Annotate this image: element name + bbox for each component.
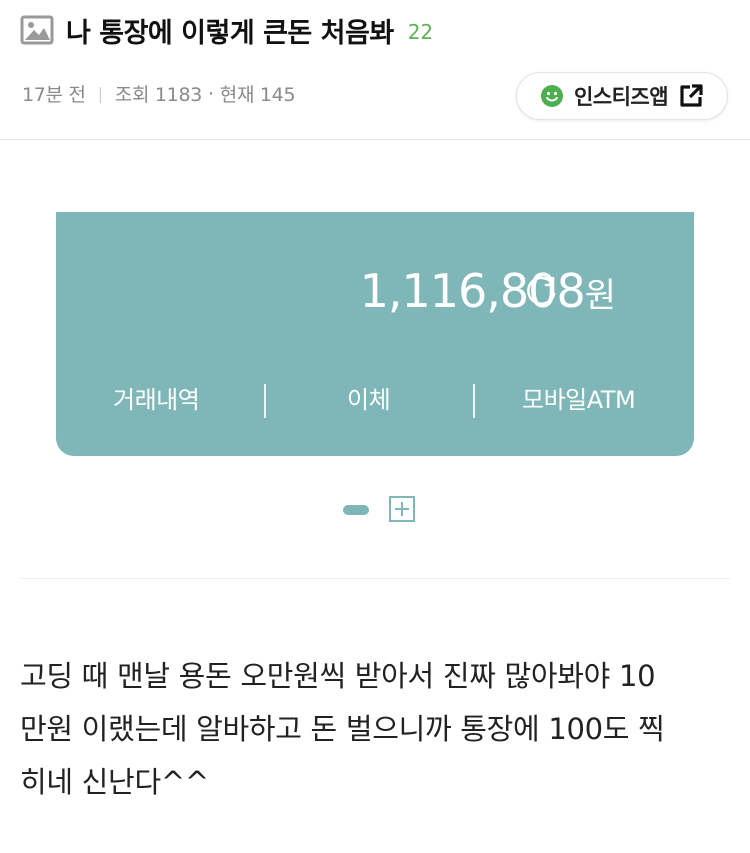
page-indicator-active[interactable] xyxy=(343,505,369,515)
transfer-button[interactable]: 이체 xyxy=(347,380,391,415)
transaction-history-button[interactable]: 거래내역 xyxy=(113,380,200,415)
open-app-button[interactable]: 인스티즈앱 xyxy=(516,72,728,120)
post-header: 나 통장에 이렇게 큰돈 처음봐 22 17분 전 | 조회 1183 · 현재… xyxy=(0,0,750,140)
meta-dot: · xyxy=(208,82,214,105)
view-count: 조회 1183 xyxy=(114,84,203,106)
body-line: 고딩 때 맨날 용돈 오만원씩 받아서 진짜 많아봐야 10 xyxy=(20,659,656,693)
time-ago: 17분 전 xyxy=(22,84,86,106)
balance-unit: 원 xyxy=(584,276,616,316)
mobile-atm-button[interactable]: 모바일ATM xyxy=(522,380,636,415)
comment-count[interactable]: 22 xyxy=(408,20,433,44)
body-line: 히네 신난다^^ xyxy=(20,765,209,799)
plus-icon[interactable] xyxy=(389,496,415,522)
post-body: 고딩 때 맨날 용돈 오만원씩 받아서 진짜 많아봐야 10 만원 이랬는데 알… xyxy=(20,650,730,809)
current-count: 현재 145 xyxy=(219,84,296,106)
open-app-label: 인스티즈앱 xyxy=(573,85,669,109)
refresh-icon[interactable] xyxy=(522,270,562,310)
header-divider xyxy=(0,139,750,140)
action-divider xyxy=(264,384,266,418)
smile-icon xyxy=(540,85,563,107)
card-actions: 거래내역 이체 모바일ATM xyxy=(56,380,694,424)
title-row: 나 통장에 이렇게 큰돈 처음봐 22 xyxy=(20,10,433,50)
image-icon xyxy=(20,15,54,45)
post-title: 나 통장에 이렇게 큰돈 처음봐 xyxy=(66,17,394,49)
bank-balance-card: 1,116,808원 거래내역 이체 모바일ATM xyxy=(56,212,694,456)
post-meta: 17분 전 | 조회 1183 · 현재 145 xyxy=(22,80,296,107)
content-divider xyxy=(20,578,730,579)
external-link-icon xyxy=(680,84,703,107)
body-line: 만원 이랬는데 알바하고 돈 벌으니까 통장에 100도 찍 xyxy=(20,712,665,746)
action-divider xyxy=(473,384,475,418)
meta-separator: | xyxy=(97,84,103,103)
